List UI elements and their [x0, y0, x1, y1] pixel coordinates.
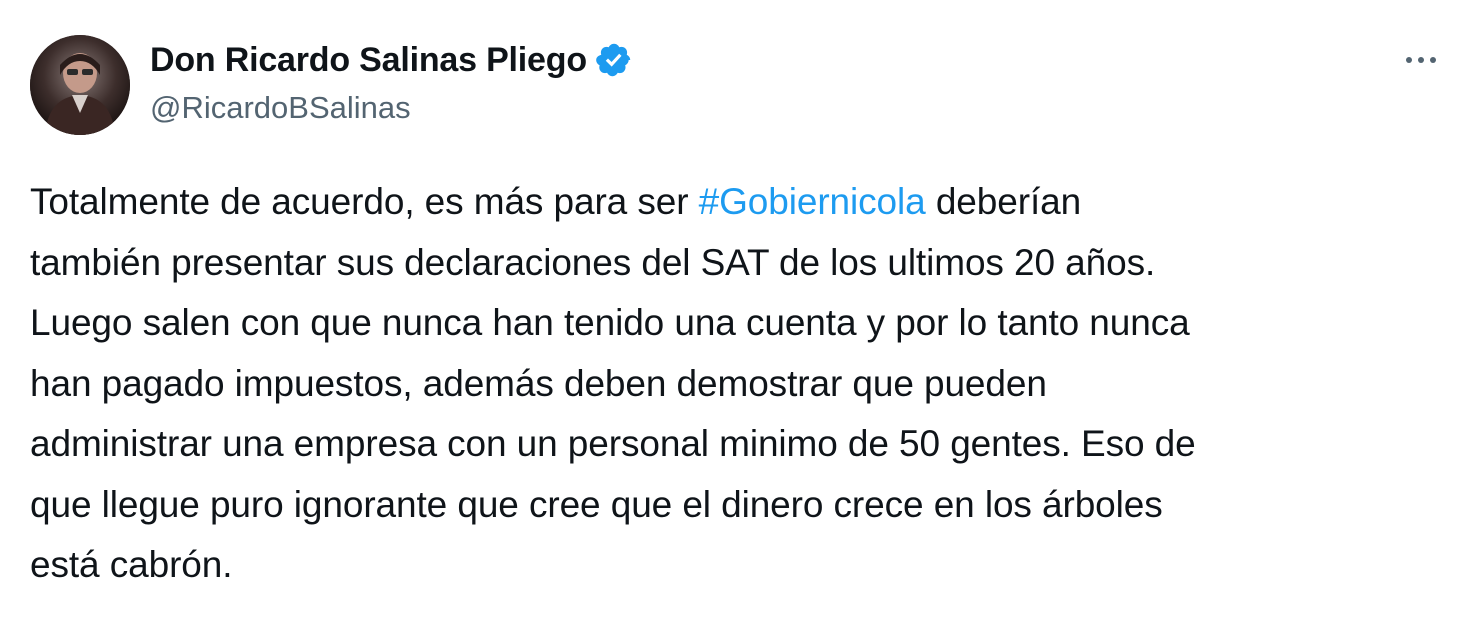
tweet-text-before: Totalmente de acuerdo, es más para ser	[30, 181, 699, 222]
tweet-text: Totalmente de acuerdo, es más para ser #…	[30, 172, 1440, 596]
author-name-row[interactable]: Don Ricardo Salinas Pliego	[150, 38, 633, 82]
verified-badge-icon	[596, 43, 631, 77]
author-avatar[interactable]	[30, 35, 130, 135]
hashtag-link[interactable]: #Gobiernicola	[699, 181, 926, 222]
tweet-text-after: deberían también presentar sus declaraci…	[30, 181, 1196, 585]
author-name[interactable]: Don Ricardo Salinas Pliego	[150, 38, 587, 82]
more-horizontal-icon	[1406, 57, 1436, 63]
more-options-button[interactable]	[1399, 40, 1443, 80]
tweet-card: Don Ricardo Salinas Pliego @RicardoBSali…	[0, 0, 1469, 620]
avatar-photo-icon	[30, 35, 130, 135]
author-handle[interactable]: @RicardoBSalinas	[150, 88, 411, 128]
